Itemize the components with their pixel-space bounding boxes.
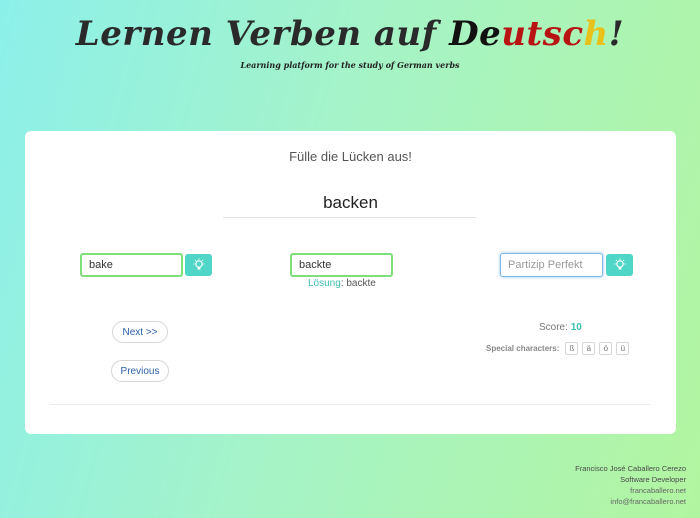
- title-suffix: !: [608, 14, 625, 54]
- special-characters: Special characters: ß ä ö ü: [486, 342, 633, 355]
- partizip-perfekt-input[interactable]: [500, 253, 603, 277]
- praeteritum-input[interactable]: [290, 253, 393, 277]
- site-title: Lernen Verben auf Deutsch!: [0, 14, 700, 54]
- char-button-u-umlaut[interactable]: ü: [616, 342, 630, 355]
- footer: Francisco José Caballero Cerezo Software…: [575, 463, 686, 507]
- site-subtitle: Learning platform for the study of Germa…: [240, 60, 460, 70]
- footer-website-link[interactable]: francaballero.net: [575, 485, 686, 496]
- title-word-part-black: De: [449, 14, 502, 54]
- footer-name: Francisco José Caballero Cerezo: [575, 464, 686, 473]
- next-button[interactable]: Next >>: [112, 321, 168, 343]
- title-word-part-gold: h: [583, 14, 609, 54]
- translation-hint-button[interactable]: [185, 254, 212, 276]
- char-button-o-umlaut[interactable]: ö: [599, 342, 613, 355]
- lightbulb-icon: [613, 258, 626, 270]
- exercise-card: Fülle die Lücken aus! backen Lösung: bac…: [25, 131, 676, 434]
- verb-divider: [223, 217, 476, 218]
- title-prefix: Lernen Verben auf: [75, 14, 450, 54]
- header: Lernen Verben auf Deutsch! Learning plat…: [0, 14, 700, 70]
- solution-value: backte: [346, 278, 376, 289]
- char-button-a-umlaut[interactable]: ä: [582, 342, 596, 355]
- special-characters-label: Special characters:: [486, 344, 560, 353]
- previous-button[interactable]: Previous: [111, 360, 169, 382]
- footer-email-link[interactable]: info@francaballero.net: [575, 496, 686, 507]
- verb-infinitive: backen: [323, 193, 378, 212]
- card-divider: [50, 404, 650, 405]
- lightbulb-icon: [192, 258, 205, 270]
- char-button-eszett[interactable]: ß: [565, 342, 579, 355]
- title-word-part-red: utsc: [501, 14, 584, 54]
- score-value: 10: [570, 322, 582, 333]
- score-display: Score: 10: [539, 322, 582, 333]
- score-label: Score:: [539, 322, 568, 333]
- solution-label: Lösung: [308, 278, 341, 289]
- partizip-hint-button[interactable]: [606, 254, 633, 276]
- solution-text: Lösung: backte: [308, 278, 376, 289]
- footer-role: Software Developer: [620, 475, 686, 484]
- translation-input[interactable]: [80, 253, 183, 277]
- solution-separator: :: [340, 278, 344, 289]
- instruction-text: Fülle die Lücken aus!: [289, 149, 412, 164]
